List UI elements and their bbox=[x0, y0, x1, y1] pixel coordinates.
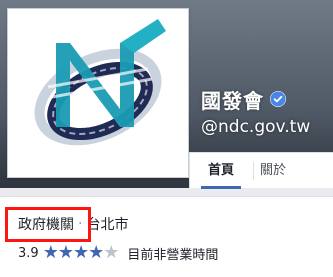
page-title-row: 國發會 bbox=[201, 85, 286, 114]
star-empty-icon: ★ bbox=[103, 242, 120, 263]
rating-value: 3.9 bbox=[18, 245, 39, 261]
star-rating: ★★★★★ bbox=[42, 242, 120, 263]
rating-row[interactable]: 3.9 ★★★★★ 目前非營業時間 bbox=[18, 243, 218, 263]
tab-about-label: 關於 bbox=[260, 163, 287, 178]
tab-home[interactable]: 首頁 bbox=[189, 153, 253, 189]
hours-status: 目前非營業時間 bbox=[127, 247, 219, 263]
highlight-annotation-box bbox=[5, 207, 91, 242]
tab-about[interactable]: 關於 bbox=[254, 153, 298, 188]
star-filled-icon: ★ bbox=[57, 242, 74, 263]
tabs-left-border bbox=[189, 152, 190, 188]
star-filled-icon: ★ bbox=[88, 242, 105, 263]
active-tab-indicator bbox=[201, 186, 241, 189]
tab-home-label: 首頁 bbox=[207, 163, 234, 178]
star-filled-icon: ★ bbox=[42, 242, 59, 263]
page-name[interactable]: 國發會 bbox=[201, 85, 264, 114]
verified-badge-icon bbox=[270, 91, 286, 107]
page-tabs: 首頁 關於 bbox=[189, 152, 333, 189]
page-username[interactable]: @ndc.gov.tw bbox=[201, 117, 310, 137]
star-filled-icon: ★ bbox=[72, 242, 90, 263]
profile-picture[interactable] bbox=[7, 8, 189, 178]
ndc-logo bbox=[34, 19, 166, 146]
page-location[interactable]: 台北市 bbox=[86, 214, 128, 234]
